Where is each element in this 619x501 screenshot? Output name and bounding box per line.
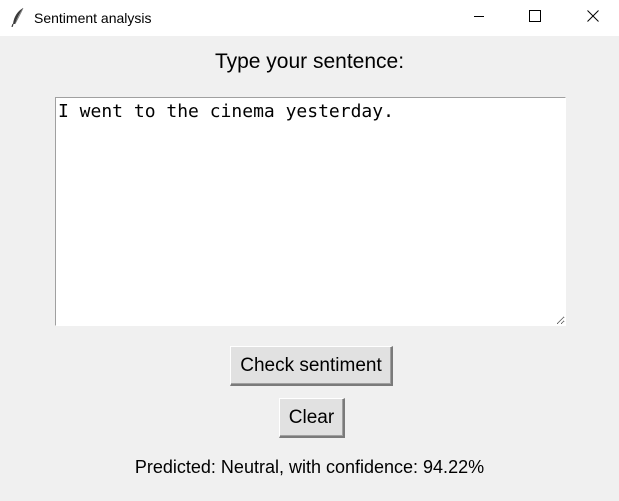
prediction-result: Predicted: Neutral, with confidence: 94.… xyxy=(134,457,485,477)
minimize-icon xyxy=(473,9,485,27)
app-window: Sentiment analysis Type your sentence: I… xyxy=(0,0,619,501)
title-bar[interactable]: Sentiment analysis xyxy=(0,0,619,36)
close-button[interactable] xyxy=(570,0,616,36)
minimize-button[interactable] xyxy=(456,0,502,36)
clear-button[interactable]: Clear xyxy=(279,398,345,438)
check-sentiment-button[interactable]: Check sentiment xyxy=(230,346,393,386)
prompt-heading: Type your sentence: xyxy=(214,50,405,73)
maximize-icon xyxy=(529,9,541,27)
maximize-button[interactable] xyxy=(512,0,558,36)
sentence-input[interactable]: I went to the cinema yesterday. xyxy=(55,97,566,326)
feather-icon xyxy=(10,7,26,28)
window-title: Sentiment analysis xyxy=(34,10,152,26)
close-icon xyxy=(587,9,599,27)
